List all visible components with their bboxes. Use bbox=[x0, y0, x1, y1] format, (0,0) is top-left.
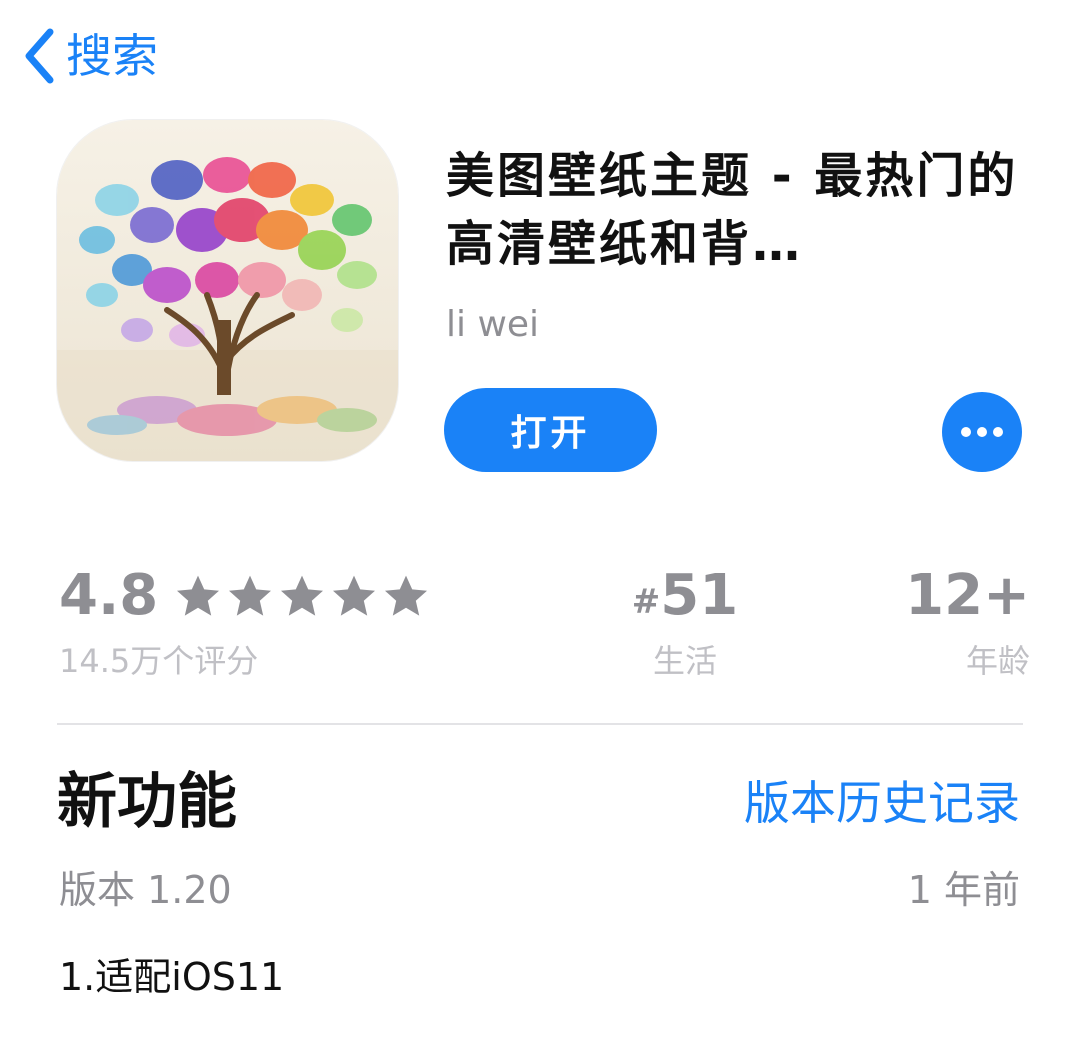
rainbow-tree-app-icon bbox=[57, 120, 398, 461]
app-store-page: 搜索 美图壁纸主题 - 最热门的高清壁纸和背… li wei 打开 4.8 14… bbox=[0, 0, 1080, 1043]
more-options-button[interactable] bbox=[942, 392, 1022, 472]
star-icon bbox=[333, 575, 376, 616]
age-value: 12+ bbox=[905, 563, 1030, 628]
version-history-link[interactable]: 版本历史记录 bbox=[744, 772, 1020, 834]
age-caption: 年龄 bbox=[965, 642, 1030, 680]
rating-count: 14.5万个评分 bbox=[59, 642, 259, 680]
star-icon bbox=[385, 575, 428, 616]
rank-category: 生活 bbox=[652, 642, 717, 680]
star-rating bbox=[174, 572, 430, 620]
whats-new-title: 新功能 bbox=[57, 767, 237, 837]
back-label: 搜索 bbox=[66, 29, 158, 83]
back-button[interactable]: 搜索 bbox=[22, 26, 158, 86]
open-button[interactable]: 打开 bbox=[444, 388, 657, 472]
star-icon bbox=[177, 575, 220, 616]
version-label: 版本 1.20 bbox=[59, 868, 232, 912]
version-date: 1 年前 bbox=[907, 868, 1020, 912]
app-title: 美图壁纸主题 - 最热门的高清壁纸和背… bbox=[446, 148, 1019, 272]
chevron-left-icon bbox=[25, 28, 54, 84]
release-notes: 1.适配iOS11 bbox=[59, 955, 285, 999]
app-developer[interactable]: li wei bbox=[446, 300, 539, 350]
rating-stat[interactable]: 4.8 14.5万个评分 bbox=[59, 563, 430, 683]
rank-value: #51 bbox=[600, 563, 770, 629]
age-rating-stat[interactable]: 12+ 年龄 bbox=[880, 563, 1030, 683]
rating-value: 4.8 bbox=[59, 563, 159, 628]
star-icon bbox=[281, 575, 324, 616]
divider bbox=[57, 723, 1023, 725]
rank-hash: # bbox=[631, 582, 661, 622]
ellipsis-icon bbox=[961, 427, 1003, 437]
star-icon bbox=[229, 575, 272, 616]
rank-number: 51 bbox=[660, 563, 739, 628]
chart-rank-stat[interactable]: #51 生活 bbox=[600, 563, 770, 683]
